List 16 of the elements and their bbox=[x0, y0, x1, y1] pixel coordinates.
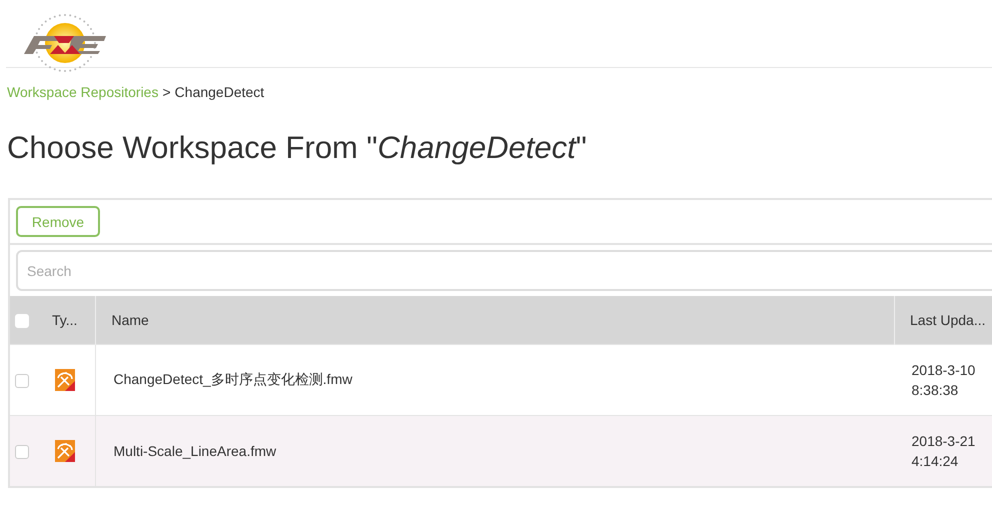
row-checkbox[interactable] bbox=[15, 374, 29, 388]
table-row[interactable]: Multi-Scale_LineArea.fmw 2018-3-21 4:14:24 bbox=[10, 416, 992, 486]
column-header[interactable]: Last Upda... bbox=[894, 296, 992, 344]
workspace-file-icon bbox=[55, 369, 75, 391]
search-field[interactable]: Search bbox=[16, 250, 992, 291]
workspace-file-icon bbox=[55, 440, 75, 462]
column-header[interactable]: Ty... bbox=[40, 296, 95, 344]
breadcrumb-separator: > bbox=[162, 84, 171, 102]
table-cell-text: 2018-3-10 8:38:38 bbox=[912, 361, 976, 400]
select-all-checkbox[interactable] bbox=[15, 314, 29, 328]
breadcrumb-current: ChangeDetect bbox=[174, 84, 264, 102]
row-checkbox[interactable] bbox=[15, 445, 29, 460]
table-cell-text: 2018-3-21 4:14:24 bbox=[912, 432, 976, 471]
page-title: Choose Workspace From "ChangeDetect" bbox=[7, 130, 588, 167]
column-header[interactable]: Name bbox=[95, 296, 894, 344]
table-cell: Multi-Scale_LineArea.fmw bbox=[95, 416, 894, 486]
